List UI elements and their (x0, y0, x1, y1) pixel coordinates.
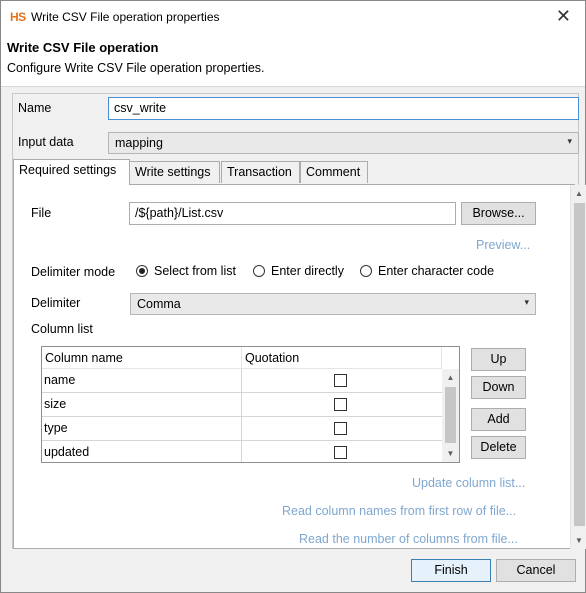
update-column-list-link[interactable]: Update column list... (412, 476, 525, 490)
radio-enter-directly[interactable] (253, 265, 265, 277)
browse-button[interactable]: Browse... (461, 202, 536, 225)
delete-button[interactable]: Delete (471, 436, 526, 459)
column-list-label: Column list (31, 322, 93, 336)
cancel-button[interactable]: Cancel (496, 559, 576, 582)
scroll-up-icon[interactable]: ▲ (571, 185, 586, 202)
radio-enter-character-code[interactable] (360, 265, 372, 277)
radio-select-from-list-label[interactable]: Select from list (154, 264, 236, 278)
input-data-value: mapping (115, 136, 163, 150)
add-button[interactable]: Add (471, 408, 526, 431)
finish-button[interactable]: Finish (411, 559, 491, 582)
dialog-description: Configure Write CSV File operation prope… (7, 61, 265, 75)
table-row[interactable]: name (42, 369, 442, 393)
name-input[interactable]: csv_write (108, 97, 579, 120)
scroll-down-icon[interactable]: ▼ (442, 445, 459, 462)
name-label: Name (18, 101, 52, 115)
column-list-table[interactable]: Column name Quotation name size type upd… (41, 346, 460, 463)
table-row[interactable]: updated (42, 441, 442, 462)
table-scrollbar[interactable]: ▲ ▼ (442, 369, 459, 462)
input-data-label: Input data (18, 135, 74, 149)
quotation-checkbox[interactable] (334, 422, 347, 435)
panel-scrollbar[interactable]: ▲ ▼ (570, 185, 586, 549)
window-title: Write CSV File operation properties (31, 10, 220, 24)
quotation-checkbox[interactable] (334, 446, 347, 459)
table-row[interactable]: size (42, 393, 442, 417)
delimiter-value: Comma (137, 297, 181, 311)
chevron-down-icon: ▾ (567, 136, 572, 146)
radio-enter-directly-label[interactable]: Enter directly (271, 264, 344, 278)
table-row[interactable]: type (42, 417, 442, 441)
scroll-up-icon[interactable]: ▲ (442, 369, 459, 386)
quotation-header[interactable]: Quotation (242, 347, 442, 369)
tab-comment[interactable]: Comment (300, 161, 368, 183)
delimiter-label: Delimiter (31, 296, 81, 310)
radio-select-from-list[interactable] (136, 265, 148, 277)
tab-required-settings[interactable]: Required settings (13, 159, 130, 185)
radio-enter-character-code-label[interactable]: Enter character code (378, 264, 494, 278)
delimiter-select[interactable]: Comma ▾ (130, 293, 536, 315)
up-button[interactable]: Up (471, 348, 526, 371)
down-button[interactable]: Down (471, 376, 526, 399)
tab-transaction[interactable]: Transaction (221, 161, 300, 183)
chevron-down-icon: ▾ (524, 297, 529, 307)
column-name-cell[interactable]: name (42, 369, 242, 392)
tab-write-settings[interactable]: Write settings (129, 161, 220, 183)
delimiter-mode-label: Delimiter mode (31, 265, 116, 279)
input-data-select[interactable]: mapping ▾ (108, 132, 579, 154)
close-icon[interactable]: ✕ (556, 6, 571, 27)
app-logo-icon: HS (10, 10, 26, 24)
column-name-cell[interactable]: size (42, 393, 242, 416)
table-scrollbar-thumb[interactable] (445, 387, 456, 443)
read-column-names-link[interactable]: Read column names from first row of file… (282, 504, 516, 518)
quotation-checkbox[interactable] (334, 398, 347, 411)
preview-link[interactable]: Preview... (476, 238, 530, 252)
quotation-checkbox[interactable] (334, 374, 347, 387)
scroll-down-icon[interactable]: ▼ (571, 532, 586, 549)
file-path-input[interactable]: /${path}/List.csv (129, 202, 456, 225)
column-name-header[interactable]: Column name (42, 347, 242, 369)
column-name-cell[interactable]: type (42, 417, 242, 440)
scrollbar-thumb[interactable] (574, 203, 585, 526)
read-column-count-link[interactable]: Read the number of columns from file... (299, 532, 518, 546)
dialog-window: HS Write CSV File operation properties ✕… (0, 0, 586, 593)
file-label: File (31, 206, 52, 220)
dialog-header: Write CSV File operation Configure Write… (1, 32, 585, 87)
title-bar: HS Write CSV File operation properties ✕ (1, 1, 585, 32)
column-name-cell[interactable]: updated (42, 441, 242, 462)
dialog-title: Write CSV File operation (7, 40, 159, 55)
